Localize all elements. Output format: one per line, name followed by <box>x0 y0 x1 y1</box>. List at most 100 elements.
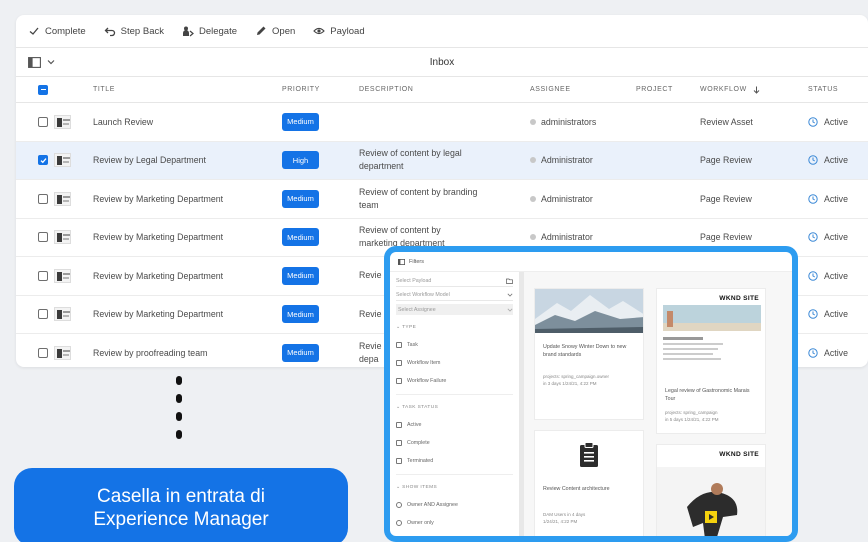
filters-rail: Select Payload Select Workflow Model Sel… <box>390 272 524 536</box>
payload-field[interactable]: Select Payload <box>396 276 513 287</box>
filter-option[interactable]: Owner AND Assignee <box>396 496 513 514</box>
caption-line-2: Experience Manager <box>93 509 269 530</box>
row-title: Review by Marketing Department <box>93 309 224 320</box>
brand-logo: WKND SITE <box>719 451 759 458</box>
delegate-button[interactable]: Delegate <box>182 25 237 37</box>
row-title: Launch Review <box>93 116 154 127</box>
checkbox-icon <box>38 347 48 358</box>
task-card[interactable]: WKND SITE Legal review of Gastronomic Ma… <box>656 288 766 434</box>
row-checkbox[interactable] <box>38 296 48 334</box>
filters-header: Filters <box>390 252 792 272</box>
row-checkbox[interactable] <box>38 180 48 218</box>
row-thumbnail <box>54 257 71 295</box>
checkbox-icon <box>38 309 48 320</box>
rail-toggle-button[interactable] <box>28 56 55 68</box>
select-all-checkbox[interactable] <box>38 77 48 102</box>
row-title: Review by Marketing Department <box>93 193 224 204</box>
open-button[interactable]: Open <box>255 25 295 37</box>
table-row[interactable]: Review by Marketing Department Medium Revi… <box>16 180 868 219</box>
filter-option[interactable]: Owner only <box>396 514 513 532</box>
task-card[interactable]: Update Snowy Winter Down to new brand st… <box>534 288 644 420</box>
row-description: Review of content by branding team <box>359 186 478 210</box>
priority-badge: High <box>282 151 319 170</box>
caption-banner: Casella in entrata di Experience Manager <box>14 468 348 542</box>
workflow-model-select[interactable]: Select Workflow Model <box>396 290 513 301</box>
caption-line-1: Casella in entrata di <box>97 486 265 507</box>
indeterminate-checkbox-icon <box>38 84 48 95</box>
column-header-title[interactable]: TITLE <box>93 77 115 102</box>
table-row[interactable]: Review by Legal Department High Review of … <box>16 141 868 180</box>
sort-arrow-down-icon <box>753 86 760 94</box>
filter-option[interactable]: Workflow Item <box>396 354 513 372</box>
rail-icon <box>398 258 405 265</box>
connector-dots <box>176 376 182 448</box>
row-title: Review by Legal Department <box>93 155 206 166</box>
row-thumbnail <box>54 296 71 334</box>
avatar <box>530 118 536 125</box>
avatar <box>530 157 536 164</box>
column-header-priority[interactable]: PRIORITY <box>282 77 320 102</box>
clock-icon <box>808 232 818 242</box>
priority-badge: Medium <box>282 228 319 247</box>
checkbox-icon <box>38 155 48 166</box>
filter-option[interactable]: Terminated <box>396 452 513 470</box>
assignee-select[interactable]: Select Assignee <box>396 304 513 315</box>
row-thumbnail <box>54 334 71 367</box>
delegate-icon <box>182 25 194 37</box>
mountain-thumbnail <box>535 289 643 333</box>
card-view: Update Snowy Winter Down to new brand st… <box>524 272 792 536</box>
row-checkbox[interactable] <box>38 103 48 141</box>
checkbox-icon <box>38 270 48 281</box>
avatar <box>530 195 536 202</box>
priority-badge: Medium <box>282 266 319 285</box>
row-status: Active <box>808 257 848 295</box>
column-header-project[interactable]: PROJECT <box>636 77 673 102</box>
row-thumbnail <box>54 180 71 218</box>
complete-button[interactable]: Complete <box>28 25 86 37</box>
row-status: Active <box>808 180 848 218</box>
brand-logo: WKND SITE <box>719 295 759 302</box>
checkmark-icon <box>28 25 40 37</box>
beach-thumbnail <box>663 305 761 360</box>
row-status: Active <box>808 219 848 257</box>
filter-option[interactable]: Active <box>396 416 513 434</box>
column-header-description[interactable]: DESCRIPTION <box>359 77 413 102</box>
row-checkbox[interactable] <box>38 142 48 180</box>
filter-option[interactable]: Task <box>396 336 513 354</box>
column-header-status[interactable]: STATUS <box>808 77 838 102</box>
filter-option[interactable]: Complete <box>396 434 513 452</box>
clock-icon <box>808 117 818 127</box>
row-status: Active <box>808 334 848 367</box>
task-card[interactable]: Review Content architecture DAM Users in… <box>534 430 644 536</box>
checkbox-icon <box>38 116 48 127</box>
priority-badge: Medium <box>282 343 319 362</box>
skater-thumbnail <box>657 467 765 536</box>
inbox-preview-frame: Filters Select Payload Select Workflow M… <box>384 246 798 542</box>
column-header-workflow[interactable]: WORKFLOW <box>700 77 760 102</box>
clock-icon <box>808 271 818 281</box>
row-checkbox[interactable] <box>38 334 48 367</box>
inbox-preview: Filters Select Payload Select Workflow M… <box>390 252 792 536</box>
row-title: Review by proofreading team <box>93 347 208 358</box>
clock-icon <box>808 155 818 165</box>
avatar <box>530 234 536 241</box>
show-items-section-label: ⌄ SHOW ITEMS <box>396 485 438 490</box>
column-header-assignee[interactable]: ASSIGNEE <box>530 77 571 102</box>
task-card[interactable]: WKND SITE <box>656 444 766 536</box>
folder-icon <box>506 278 513 284</box>
checkbox-icon <box>38 232 48 243</box>
row-assignee: Administrator <box>530 142 593 180</box>
row-workflow: Review Asset <box>700 116 753 127</box>
row-thumbnail <box>54 103 71 141</box>
payload-button[interactable]: Payload <box>313 25 365 37</box>
priority-badge: Medium <box>282 189 319 208</box>
step-back-button[interactable]: Step Back <box>104 25 164 37</box>
inbox-header-bar: Inbox <box>16 47 868 77</box>
filter-option[interactable]: Workflow Failure <box>396 372 513 390</box>
row-checkbox[interactable] <box>38 257 48 295</box>
table-row[interactable]: Launch Review Medium administrators Review … <box>16 103 868 142</box>
rail-icon <box>28 56 41 68</box>
priority-badge: Medium <box>282 112 319 131</box>
row-checkbox[interactable] <box>38 219 48 257</box>
row-thumbnail <box>54 219 71 257</box>
